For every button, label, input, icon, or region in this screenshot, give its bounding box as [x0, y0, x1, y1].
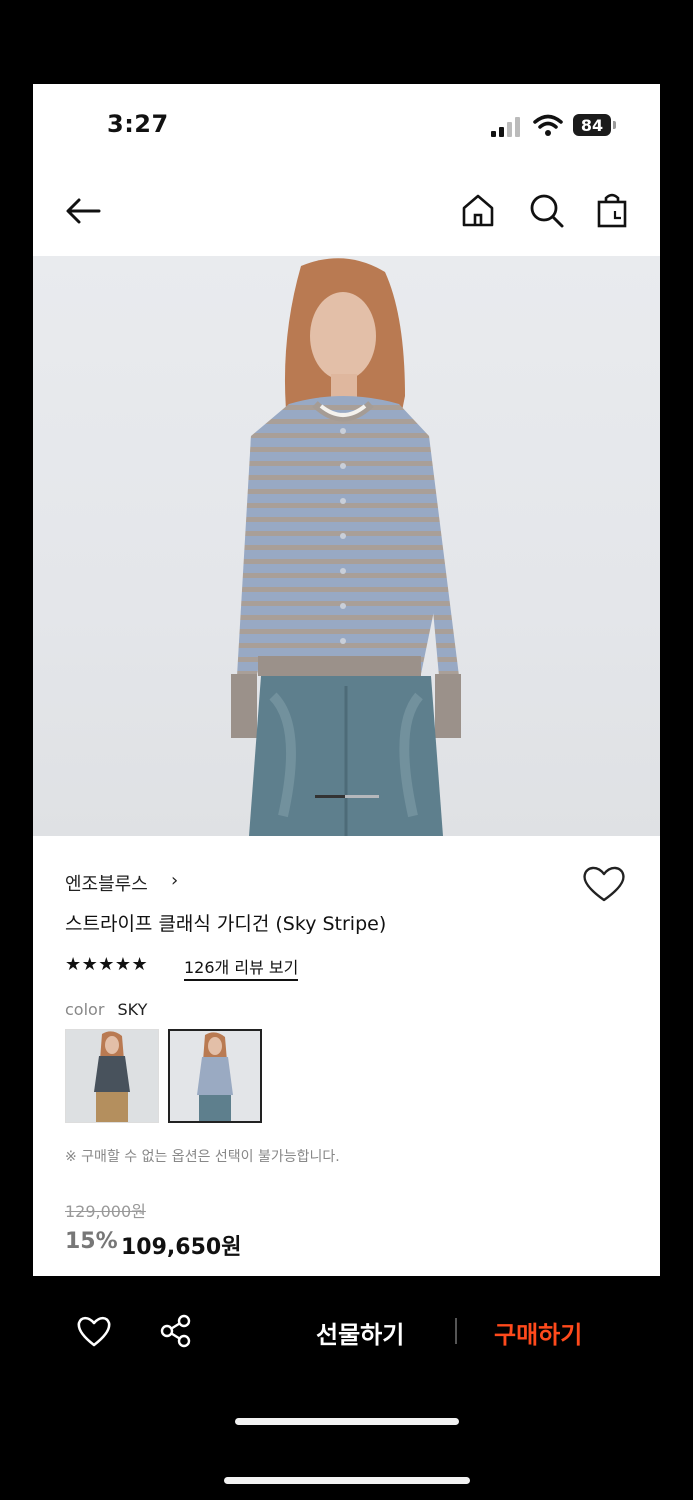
battery-indicator: 84 [573, 114, 611, 136]
color-value: SKY [117, 1000, 148, 1019]
battery-tip [613, 121, 616, 129]
color-option-row: color SKY [65, 1000, 147, 1019]
shopping-bag-icon[interactable] [591, 189, 633, 231]
cellular-signal-icon [491, 117, 520, 137]
bottom-action-bar: 선물하기 구매하기 [0, 1276, 693, 1500]
arrow-left-icon[interactable] [63, 190, 105, 232]
buy-button[interactable]: 구매하기 [494, 1315, 582, 1350]
rating-stars: ★★★★★ [65, 954, 149, 975]
carousel-pager-thumb [315, 795, 345, 798]
brand-link[interactable]: 엔조블루스 [65, 870, 148, 896]
wifi-icon [533, 114, 563, 136]
heart-icon[interactable] [581, 864, 627, 904]
search-icon[interactable] [525, 189, 567, 231]
home-indicator-bar-secondary [224, 1477, 470, 1484]
chevron-right-icon[interactable]: › [171, 870, 178, 891]
reviews-link[interactable]: 126개 리뷰 보기 [184, 954, 299, 981]
color-label: color [65, 1000, 105, 1019]
heart-icon[interactable] [76, 1314, 112, 1348]
product-image-carousel[interactable] [33, 256, 660, 836]
gift-button[interactable]: 선물하기 [316, 1315, 404, 1350]
discount-rate: 15% [65, 1229, 118, 1254]
swatch-thumbnail-dark [94, 1031, 130, 1122]
swatch-thumbnail-sky [197, 1032, 233, 1121]
share-icon[interactable] [158, 1314, 194, 1348]
app-screen: 3:27 84 엔조블루스 › 스트라이프 클래식 가디건 (Sky Strip… [33, 84, 660, 1276]
home-indicator-bar [235, 1418, 459, 1425]
color-swatch-sky[interactable] [168, 1029, 262, 1123]
product-title: 스트라이프 클래식 가디건 (Sky Stripe) [65, 913, 387, 935]
model-photo [231, 258, 461, 836]
action-divider [455, 1318, 457, 1344]
sale-price: 109,650원 [121, 1235, 242, 1260]
home-icon[interactable] [457, 189, 499, 231]
product-info: 엔조블루스 › 스트라이프 클래식 가디건 (Sky Stripe) ★★★★★… [33, 836, 660, 1276]
option-notice: ※ 구매할 수 없는 옵션은 선택이 불가능합니다. [65, 1149, 340, 1165]
top-nav [33, 168, 660, 256]
color-swatch-dark[interactable] [65, 1029, 159, 1123]
status-time: 3:27 [107, 110, 169, 138]
original-price: 129,000원 [65, 1202, 146, 1221]
status-bar: 3:27 84 [33, 84, 660, 168]
